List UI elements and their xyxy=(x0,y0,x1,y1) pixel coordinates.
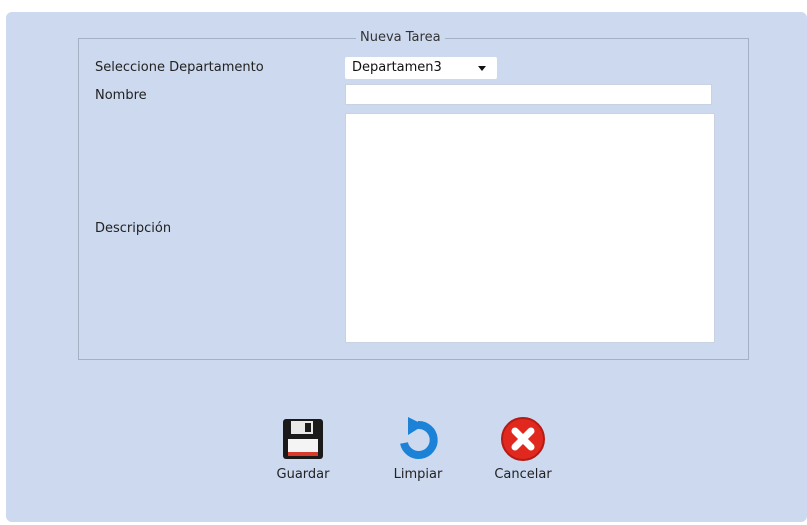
red-x-circle-icon xyxy=(501,417,545,461)
description-label: Descripción xyxy=(95,221,172,236)
clear-label: Limpiar xyxy=(393,467,443,482)
save-label: Guardar xyxy=(276,467,330,482)
department-selected-value: Departamen3 xyxy=(352,60,442,75)
cancel-button[interactable]: Cancelar xyxy=(483,415,563,495)
department-label: Seleccione Departamento xyxy=(95,60,264,75)
name-label: Nombre xyxy=(95,88,147,103)
fieldset-legend: Nueva Tarea xyxy=(356,28,445,48)
save-button[interactable]: Guardar xyxy=(263,415,343,495)
cancel-label: Cancelar xyxy=(494,467,552,482)
name-input[interactable] xyxy=(345,84,712,105)
clear-button[interactable]: Limpiar xyxy=(378,415,458,495)
description-textarea[interactable] xyxy=(345,113,715,343)
department-select[interactable]: Departamen3 xyxy=(345,57,497,79)
form-panel: Nueva Tarea Seleccione Departamento Depa… xyxy=(6,12,807,522)
dropdown-arrow-icon xyxy=(478,66,486,71)
undo-arrow-icon xyxy=(400,417,438,459)
floppy-disk-icon xyxy=(283,419,323,459)
